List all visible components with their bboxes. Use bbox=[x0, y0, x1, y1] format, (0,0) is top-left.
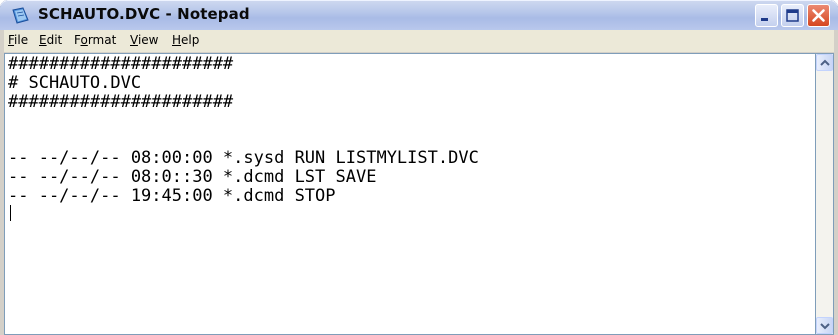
notepad-icon bbox=[12, 7, 29, 24]
maximize-button[interactable] bbox=[781, 4, 804, 27]
close-button[interactable] bbox=[807, 4, 830, 27]
menu-bar: File Edit Format View Help bbox=[4, 30, 834, 52]
minimize-button[interactable] bbox=[755, 4, 778, 27]
text-editor[interactable]: ###################### # SCHAUTO.DVC ###… bbox=[5, 54, 815, 334]
arrow-up-icon bbox=[820, 59, 830, 66]
window-title: SCHAUTO.DVC - Notepad bbox=[38, 5, 250, 23]
text-line: # SCHAUTO.DVC bbox=[8, 73, 142, 93]
arrow-down-icon bbox=[820, 323, 830, 330]
close-icon bbox=[812, 9, 825, 22]
text-line: ###################### bbox=[8, 54, 234, 74]
minimize-icon bbox=[761, 18, 768, 21]
notepad-window: SCHAUTO.DVC - Notepad File Edit Format V… bbox=[0, 0, 838, 335]
vertical-scrollbar[interactable] bbox=[816, 54, 833, 334]
text-line: -- --/--/-- 08:00:00 *.sysd RUN LISTMYLI… bbox=[8, 148, 479, 168]
scroll-up-button[interactable] bbox=[816, 54, 833, 71]
text-caret bbox=[10, 205, 11, 221]
menu-format[interactable]: Format bbox=[74, 33, 116, 47]
title-bar[interactable]: SCHAUTO.DVC - Notepad bbox=[0, 0, 838, 30]
editor-border: ###################### # SCHAUTO.DVC ###… bbox=[4, 53, 834, 335]
menu-edit[interactable]: Edit bbox=[39, 33, 62, 47]
scroll-down-button[interactable] bbox=[816, 317, 833, 334]
menu-view[interactable]: View bbox=[130, 33, 158, 47]
text-line: -- --/--/-- 08:0::30 *.dcmd LST SAVE bbox=[8, 167, 377, 187]
menu-help[interactable]: Help bbox=[172, 33, 199, 47]
window-frame: File Edit Format View Help #############… bbox=[0, 30, 838, 335]
maximize-icon bbox=[786, 9, 799, 22]
menu-file[interactable]: File bbox=[8, 33, 28, 47]
text-line: ###################### bbox=[8, 92, 234, 112]
text-line: -- --/--/-- 19:45:00 *.dcmd STOP bbox=[8, 186, 336, 206]
